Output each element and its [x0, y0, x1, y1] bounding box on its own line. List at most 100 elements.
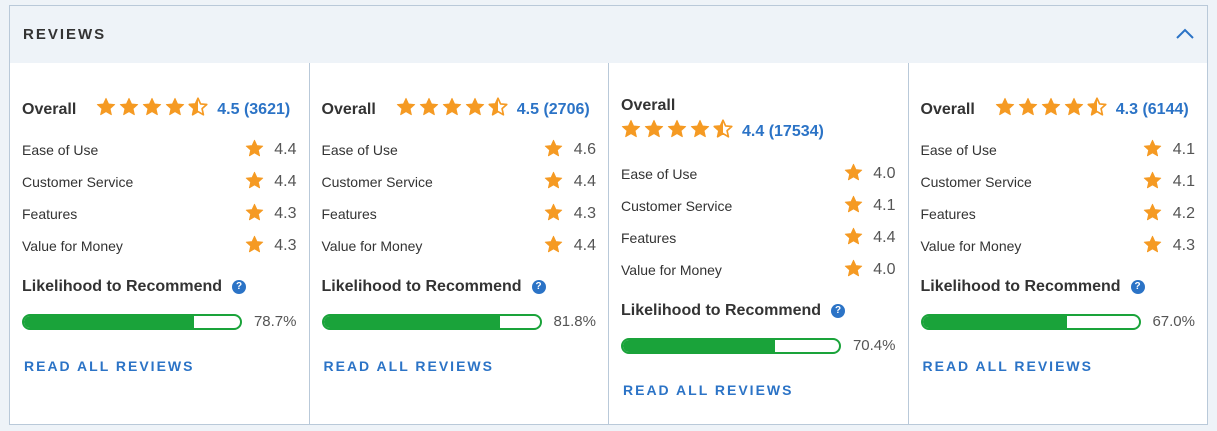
sub-rating-value-group: 4.4 [844, 227, 896, 249]
likelihood-label: Likelihood to Recommend [22, 278, 223, 295]
likelihood-title: Likelihood to Recommend ? [22, 278, 247, 296]
overall-rating: Overall 4.5 (3621) [22, 97, 297, 122]
sub-rating-label: Value for Money [321, 238, 423, 254]
chevron-up-icon[interactable] [1173, 22, 1197, 46]
star-icon [544, 203, 563, 225]
recommend-progress-fill [623, 339, 776, 352]
read-all-reviews-link[interactable]: READ ALL REVIEWS [923, 358, 1093, 374]
half-star-icon [713, 119, 736, 144]
reviews-header[interactable]: REVIEWS [10, 6, 1207, 64]
help-icon[interactable]: ? [831, 304, 846, 318]
sub-rating-value: 4.3 [274, 205, 297, 222]
sub-rating-label: Customer Service [321, 174, 433, 190]
recommend-progress-fill [24, 315, 194, 328]
star-icon [644, 119, 667, 144]
help-icon[interactable]: ? [1130, 280, 1145, 294]
likelihood-title: Likelihood to Recommend ? [322, 278, 546, 296]
sub-rating-value-group: 4.2 [1143, 203, 1195, 225]
sub-rating-label: Value for Money [22, 238, 123, 254]
read-all-reviews-link[interactable]: READ ALL REVIEWS [24, 358, 194, 374]
sub-rating-row: Value for Money 4.0 [621, 254, 896, 286]
read-all-reviews-link[interactable]: READ ALL REVIEWS [324, 358, 494, 374]
star-icon [1041, 97, 1064, 122]
recommend-bar-row: 70.4% [621, 337, 896, 354]
star-icon [844, 195, 863, 217]
star-icon [621, 119, 644, 144]
sub-rating-row: Value for Money 4.3 [22, 230, 297, 262]
help-icon[interactable]: ? [232, 280, 247, 294]
read-all-reviews-link[interactable]: READ ALL REVIEWS [623, 382, 793, 398]
recommend-percent: 67.0% [1152, 313, 1195, 330]
recommend-progress-fill [323, 315, 501, 328]
sub-rating-value-group: 4.0 [844, 163, 896, 185]
sub-rating-label: Features [321, 206, 377, 222]
sub-rating-value-group: 4.3 [245, 203, 297, 225]
star-icon [1143, 139, 1162, 161]
sub-rating-label: Customer Service [22, 174, 134, 190]
sub-rating-label: Value for Money [920, 238, 1022, 254]
review-cards: Overall 4.5 (3621) Ease of Use 4.4 Custom… [10, 63, 1207, 424]
overall-score-link[interactable]: 4.5 (2706) [517, 101, 590, 119]
recommend-percent: 81.8% [553, 313, 596, 330]
recommend-bar-row: 78.7% [22, 313, 297, 330]
recommend-bar-row: 81.8% [321, 313, 596, 330]
half-star-icon [488, 97, 511, 122]
recommend-percent: 70.4% [852, 337, 896, 354]
sub-rating-row: Features 4.3 [321, 198, 596, 230]
sub-ratings: Ease of Use 4.4 Customer Service 4.4 Fea… [22, 134, 297, 262]
reviews-panel: REVIEWS Overall 4.5 (3621) Ease of Use 4.… [9, 5, 1208, 425]
star-icon [245, 203, 264, 225]
likelihood-label: Likelihood to Recommend [621, 302, 822, 319]
recommend-progress-bar [920, 313, 1141, 330]
star-icon [442, 97, 465, 122]
likelihood-label: Likelihood to Recommend [321, 278, 522, 295]
star-icon [96, 97, 119, 122]
sub-rating-label: Features [621, 230, 677, 246]
star-icon [1143, 203, 1162, 225]
overall-score-link[interactable]: 4.4 (17534) [742, 123, 824, 141]
sub-rating-value-group: 4.0 [844, 259, 896, 281]
sub-rating-label: Ease of Use [321, 142, 398, 158]
sub-rating-row: Ease of Use 4.4 [22, 134, 297, 166]
overall-score-link[interactable]: 4.5 (3621) [217, 101, 290, 119]
sub-ratings: Ease of Use 4.1 Customer Service 4.1 Fea… [920, 134, 1195, 262]
sub-rating-value: 4.0 [873, 165, 896, 182]
sub-rating-label: Ease of Use [621, 166, 698, 182]
star-icon [690, 119, 713, 144]
star-icon [544, 171, 563, 193]
sub-rating-label: Value for Money [621, 262, 722, 278]
sub-rating-value: 4.3 [1172, 237, 1195, 254]
help-icon[interactable]: ? [531, 280, 546, 294]
star-rating [396, 97, 511, 122]
star-icon [165, 97, 188, 122]
review-card: Overall 4.3 (6144) Ease of Use 4.1 Custom… [908, 63, 1207, 424]
review-card: Overall 4.5 (3621) Ease of Use 4.4 Custom… [10, 63, 310, 424]
overall-label: Overall [621, 97, 676, 114]
likelihood-title: Likelihood to Recommend ? [621, 302, 846, 320]
star-icon [667, 119, 690, 144]
star-icon [844, 227, 863, 249]
sub-rating-value-group: 4.1 [1143, 171, 1195, 193]
half-star-icon [1087, 97, 1110, 122]
star-icon [1143, 235, 1162, 257]
star-icon [844, 163, 863, 185]
overall-rating: Overall 4.3 (6144) [921, 97, 1196, 122]
star-rating [995, 97, 1110, 122]
star-icon [1143, 171, 1162, 193]
review-card: Overall 4.5 (2706) Ease of Use 4.6 Custom… [309, 63, 609, 424]
sub-rating-value-group: 4.4 [544, 171, 596, 193]
overall-rating: Overall 4.4 (17534) [621, 97, 896, 144]
sub-rating-row: Features 4.4 [621, 222, 896, 254]
sub-rating-value-group: 4.4 [544, 235, 596, 257]
sub-rating-row: Features 4.3 [22, 198, 297, 230]
sub-rating-value-group: 4.1 [844, 195, 896, 217]
sub-ratings: Ease of Use 4.6 Customer Service 4.4 Fea… [321, 134, 596, 262]
sub-rating-label: Ease of Use [920, 142, 997, 158]
sub-rating-value: 4.4 [873, 229, 896, 246]
sub-rating-row: Ease of Use 4.1 [920, 134, 1195, 166]
star-rating [621, 119, 736, 144]
overall-score-link[interactable]: 4.3 (6144) [1116, 101, 1189, 119]
sub-rating-value: 4.1 [1172, 141, 1195, 158]
overall-label: Overall [920, 100, 975, 118]
recommend-percent: 78.7% [253, 313, 297, 330]
